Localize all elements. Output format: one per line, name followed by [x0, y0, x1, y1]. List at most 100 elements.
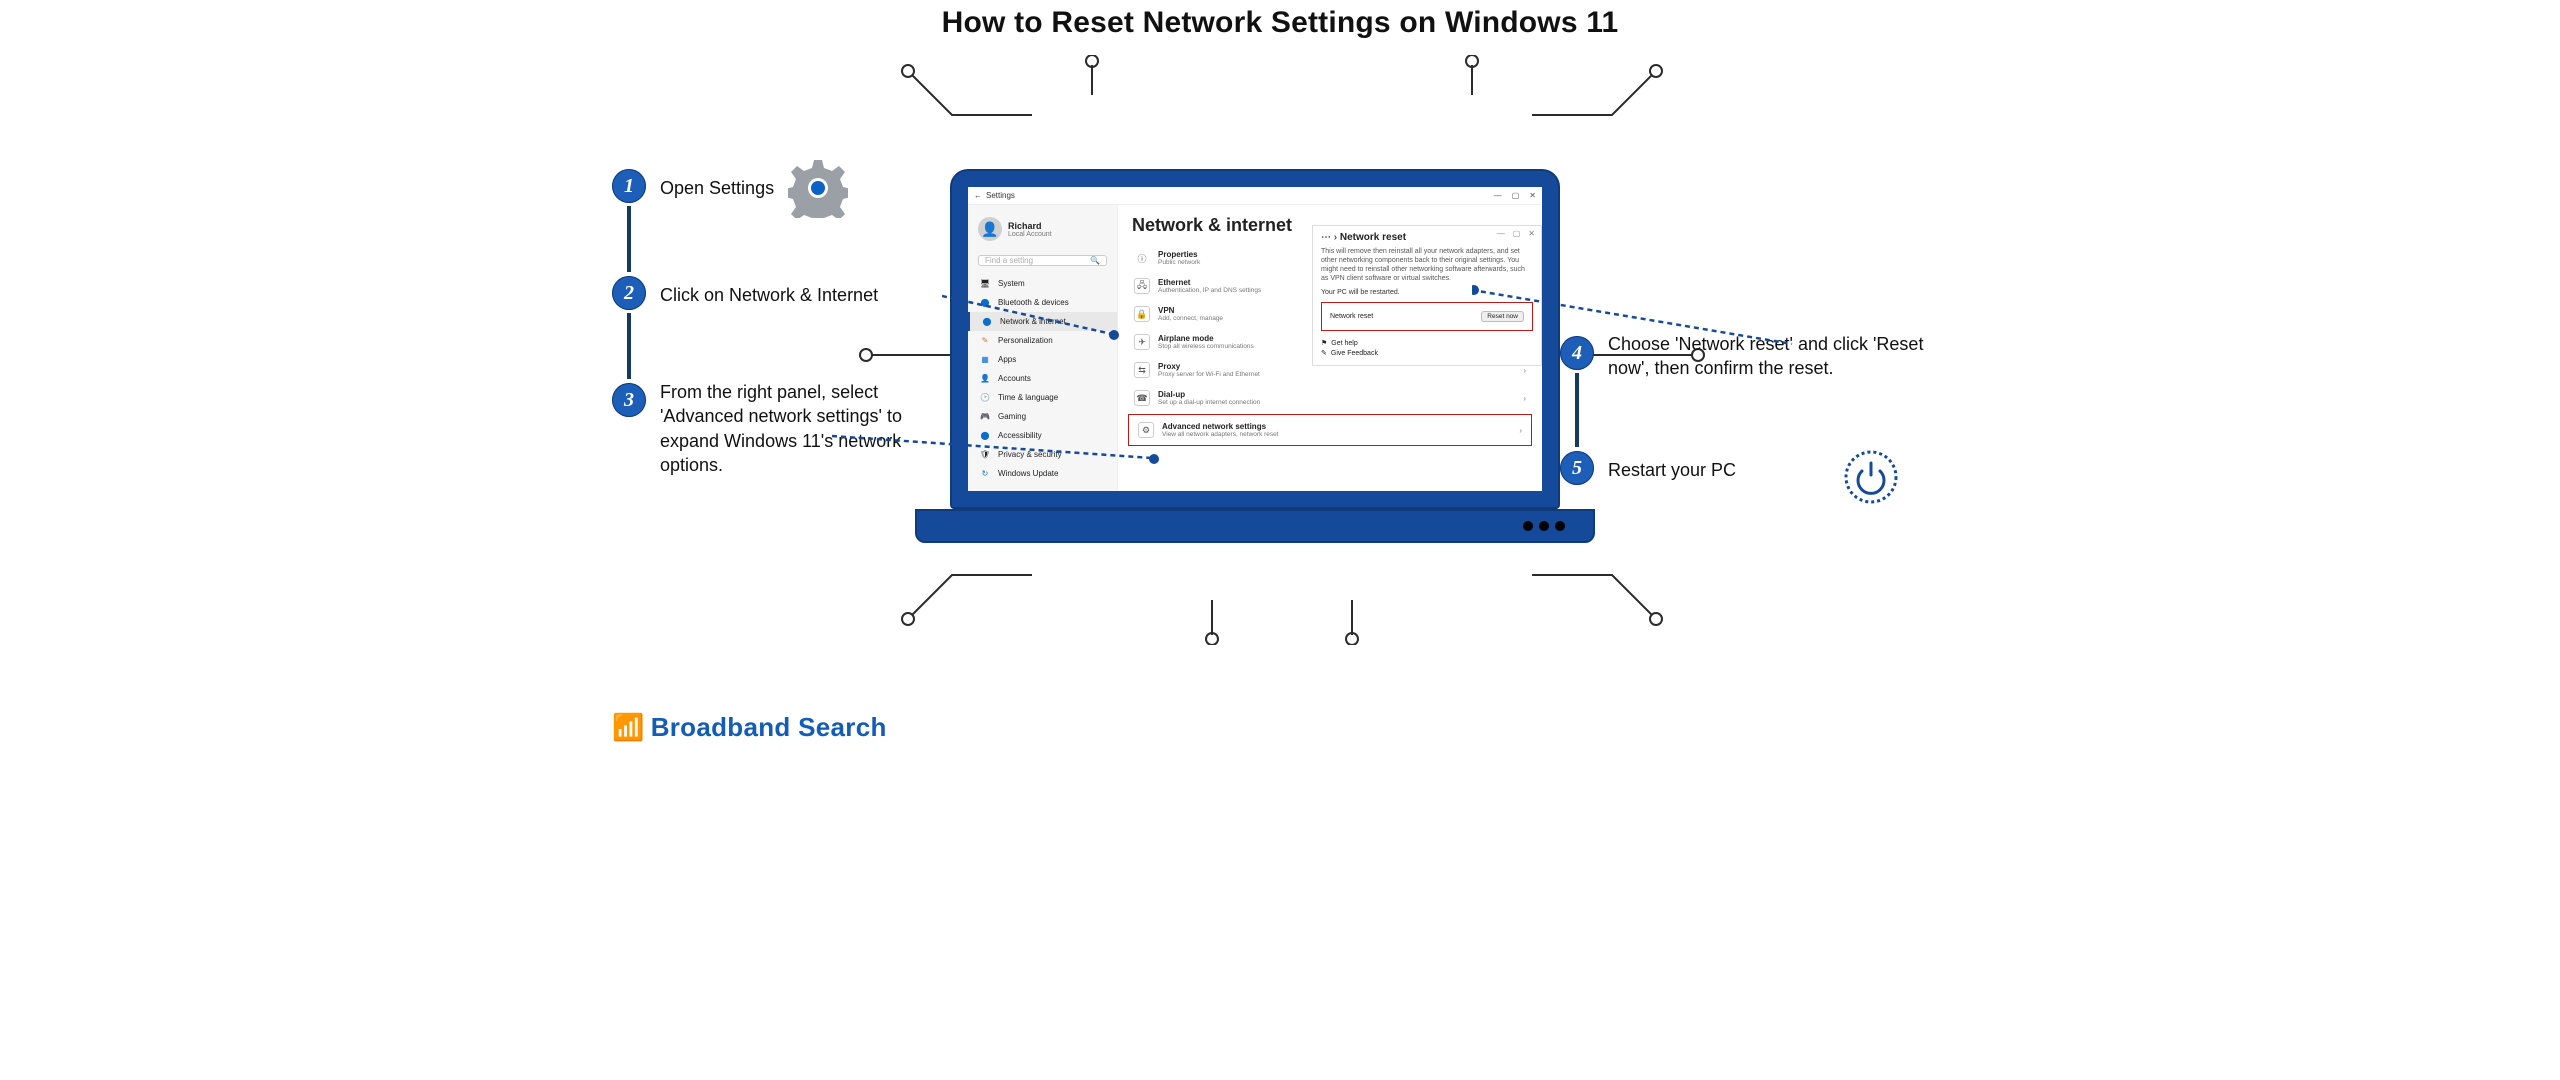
chevron-right-icon: ›	[1519, 426, 1522, 435]
advanced-highlight-box: ⚙ Advanced network settingsView all netw…	[1128, 414, 1532, 446]
settings-sidebar: 👤 Richard Local Account Find a setting 🔍…	[968, 205, 1118, 491]
step-1-text: Open Settings	[660, 176, 774, 200]
card-title: Advanced network settings	[1162, 422, 1279, 431]
card-title: Airplane mode	[1158, 334, 1254, 343]
card-dialup[interactable]: ☎ Dial-upSet up a dial-up internet conne…	[1128, 386, 1532, 410]
link-label: Get help	[1331, 340, 1357, 347]
accessibility-icon: ⬤	[980, 431, 990, 440]
search-icon: 🔍	[1090, 256, 1100, 265]
airplane-icon: ✈	[1134, 334, 1150, 350]
sidebar-item-accounts[interactable]: 👤 Accounts	[968, 369, 1117, 388]
card-title: Properties	[1158, 250, 1200, 259]
search-input[interactable]: Find a setting 🔍	[978, 255, 1107, 266]
sidebar-item-label: Network & internet	[1000, 317, 1066, 326]
window-controls[interactable]: — ▢ ✕	[1494, 191, 1536, 200]
card-title: Dial-up	[1158, 390, 1260, 399]
maximize-icon[interactable]: ▢	[1512, 191, 1520, 200]
card-sub: Public network	[1158, 259, 1200, 266]
panel-window-controls[interactable]: —▢✕	[1497, 229, 1535, 238]
proxy-icon: ⇆	[1134, 362, 1150, 378]
reset-highlight-box: Network reset Reset now	[1321, 302, 1533, 331]
dialup-icon: ☎	[1134, 390, 1150, 406]
sidebar-item-apps[interactable]: ▦ Apps	[968, 350, 1117, 369]
reset-now-button[interactable]: Reset now	[1481, 311, 1524, 322]
reset-row-label: Network reset	[1330, 313, 1373, 320]
properties-icon: ⓘ	[1134, 250, 1150, 266]
sidebar-item-time[interactable]: 🕑 Time & language	[968, 388, 1117, 407]
step-connector	[1575, 373, 1579, 447]
time-icon: 🕑	[980, 393, 990, 402]
card-sub: Authentication, IP and DNS settings	[1158, 287, 1261, 294]
update-icon: ↻	[980, 469, 990, 478]
sidebar-item-label: Time & language	[998, 393, 1058, 402]
accounts-icon: 👤	[980, 374, 990, 383]
step-2-badge: 2	[612, 276, 646, 310]
gear-icon	[788, 158, 848, 218]
card-sub: Proxy server for Wi-Fi and Ethernet	[1158, 371, 1260, 378]
card-sub: Add, connect, manage	[1158, 315, 1223, 322]
step-1-badge: 1	[612, 169, 646, 203]
apps-icon: ▦	[980, 355, 990, 364]
sidebar-item-gaming[interactable]: 🎮 Gaming	[968, 407, 1117, 426]
laptop: ← Settings — ▢ ✕ 👤 Richard	[950, 169, 1560, 549]
back-icon[interactable]: ←	[974, 191, 982, 200]
sidebar-item-label: Accounts	[998, 374, 1031, 383]
step-5-badge: 5	[1560, 451, 1594, 485]
screen: ← Settings — ▢ ✕ 👤 Richard	[968, 187, 1542, 491]
card-sub: Set up a dial-up internet connection	[1158, 399, 1260, 406]
sidebar-item-label: Accessibility	[998, 431, 1042, 440]
gaming-icon: 🎮	[980, 412, 990, 421]
step-3-text: From the right panel, select 'Advanced n…	[660, 380, 960, 477]
advanced-icon: ⚙	[1138, 422, 1154, 438]
sidebar-item-network[interactable]: ⬤ Network & internet	[968, 312, 1117, 331]
window-title: Settings	[986, 191, 1015, 200]
card-title: VPN	[1158, 306, 1223, 315]
sidebar-item-label: Privacy & security	[998, 450, 1062, 459]
card-sub: Stop all wireless communications	[1158, 343, 1254, 350]
chevron-right-icon: ›	[1523, 394, 1526, 403]
avatar: 👤	[978, 217, 1002, 241]
link-label: Give Feedback	[1331, 350, 1378, 357]
laptop-bezel: ← Settings — ▢ ✕ 👤 Richard	[950, 169, 1560, 509]
card-advanced-network[interactable]: ⚙ Advanced network settingsView all netw…	[1132, 418, 1528, 442]
personalization-icon: ✎	[980, 336, 990, 345]
power-icon	[1842, 448, 1900, 506]
laptop-base	[915, 509, 1595, 543]
feedback-icon: ✎	[1321, 349, 1327, 357]
window-titlebar: ← Settings — ▢ ✕	[968, 187, 1542, 205]
user-block: 👤 Richard Local Account	[968, 213, 1117, 251]
vpn-icon: 🔒	[1134, 306, 1150, 322]
step-4-text: Choose 'Network reset' and click 'Reset …	[1608, 332, 1938, 381]
close-icon[interactable]: ✕	[1529, 191, 1536, 200]
ethernet-icon: 🖧	[1134, 278, 1150, 294]
give-feedback-link[interactable]: ✎ Give Feedback	[1321, 349, 1533, 357]
search-placeholder: Find a setting	[985, 256, 1033, 265]
card-title: Proxy	[1158, 362, 1260, 371]
step-2-text: Click on Network & Internet	[660, 283, 878, 307]
sidebar-item-bluetooth[interactable]: ⬤ Bluetooth & devices	[968, 293, 1117, 312]
sidebar-item-personalization[interactable]: ✎Personalization	[968, 331, 1117, 350]
help-icon: ⚑	[1321, 339, 1327, 347]
sidebar-item-label: Windows Update	[998, 469, 1058, 478]
step-3-badge: 3	[612, 383, 646, 417]
network-reset-panel: —▢✕ Network reset This will remove then …	[1312, 225, 1542, 366]
system-icon: 🖥	[980, 279, 990, 288]
sidebar-item-label: Gaming	[998, 412, 1026, 421]
network-icon: ⬤	[982, 317, 992, 326]
sidebar-item-update[interactable]: ↻ Windows Update	[968, 464, 1117, 483]
step-4-badge: 4	[1560, 336, 1594, 370]
get-help-link[interactable]: ⚑ Get help	[1321, 339, 1533, 347]
sidebar-item-accessibility[interactable]: ⬤ Accessibility	[968, 426, 1117, 445]
user-sub: Local Account	[1008, 231, 1052, 238]
reset-note: Your PC will be restarted.	[1321, 289, 1533, 296]
step-connector	[627, 313, 631, 379]
minimize-icon[interactable]: —	[1494, 191, 1502, 200]
sidebar-item-privacy[interactable]: 🛡Privacy & security	[968, 445, 1117, 464]
step-connector	[627, 206, 631, 272]
user-name: Richard	[1008, 221, 1052, 231]
sidebar-item-system[interactable]: 🖥 System	[968, 274, 1117, 293]
sidebar-item-label: Bluetooth & devices	[998, 298, 1069, 307]
sidebar-item-label: Apps	[998, 355, 1016, 364]
bluetooth-icon: ⬤	[980, 298, 990, 307]
sidebar-item-label: System	[998, 279, 1025, 288]
